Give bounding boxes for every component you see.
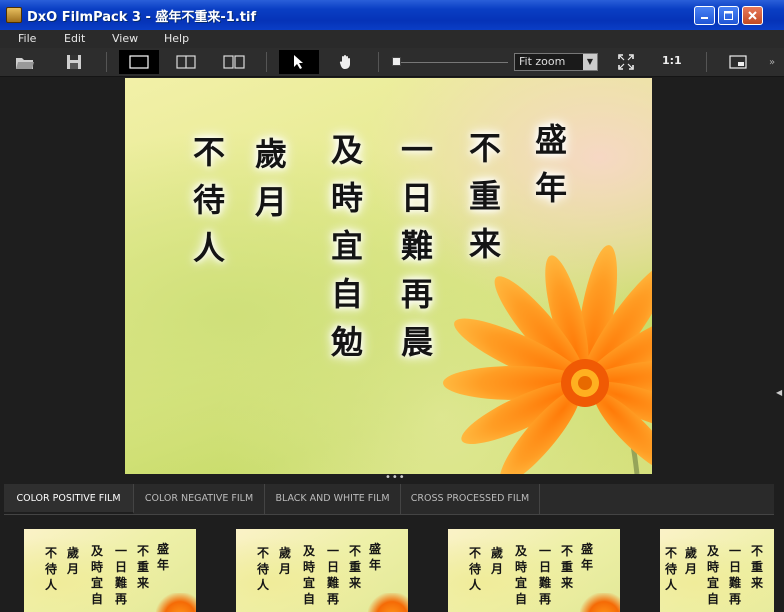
app-icon bbox=[6, 7, 22, 23]
thumb-flower bbox=[156, 593, 196, 612]
pointer-icon bbox=[294, 55, 303, 69]
zoom-slider-handle[interactable] bbox=[392, 57, 401, 66]
thumb-text: 歲月 bbox=[66, 546, 79, 576]
thumb-text: 不重来 bbox=[348, 544, 361, 590]
single-view-button[interactable] bbox=[119, 50, 159, 74]
thumb-text: 不待人 bbox=[256, 546, 269, 592]
thumb-text: 歲月 bbox=[490, 546, 503, 576]
thumb-text: 不重来 bbox=[750, 544, 763, 590]
thumb-text: 盛年 bbox=[156, 542, 169, 572]
window-title: DxO FilmPack 3 - 盛年不重来-1.tif bbox=[27, 10, 257, 25]
open-button[interactable] bbox=[12, 50, 38, 74]
thumb-text: 不重来 bbox=[560, 544, 573, 590]
side-by-side-view-icon bbox=[223, 55, 245, 69]
thumb-text: 及時宜自 bbox=[514, 544, 527, 606]
thumb-text: 不重来 bbox=[136, 544, 149, 590]
menu-file[interactable]: File bbox=[18, 32, 36, 45]
tab-cross-processed-film[interactable]: CROSS PROCESSED FILM bbox=[401, 484, 540, 514]
toolbar-separator bbox=[378, 52, 379, 72]
thumb-text: 盛年 bbox=[368, 542, 381, 572]
toolbar-separator bbox=[106, 52, 107, 72]
thumb-text: 不待人 bbox=[664, 546, 677, 592]
thumb-text: 及時宜自 bbox=[302, 544, 315, 606]
thumb-flower bbox=[368, 593, 408, 612]
right-panel-edge bbox=[774, 77, 784, 612]
save-icon bbox=[67, 55, 81, 69]
one-to-one-button[interactable]: 1:1 bbox=[662, 54, 682, 67]
film-thumbnail[interactable]: 盛年 不重来 一日難再 及時宜自 歲月 不待人 bbox=[236, 529, 408, 612]
menu-help[interactable]: Help bbox=[164, 32, 189, 45]
toolbar-overflow-button[interactable]: » bbox=[765, 50, 779, 74]
film-thumbnail[interactable]: 不重来 一日難再 及時宜自 歲月 不待人 bbox=[660, 529, 774, 612]
zoom-slider-track[interactable] bbox=[398, 62, 508, 63]
split-view-icon bbox=[176, 55, 196, 69]
toolbar-separator bbox=[266, 52, 267, 72]
menu-edit[interactable]: Edit bbox=[64, 32, 85, 45]
fit-screen-button[interactable] bbox=[614, 50, 638, 74]
tab-color-positive-film[interactable]: COLOR POSITIVE FILM bbox=[4, 484, 134, 514]
minimize-button[interactable] bbox=[694, 6, 715, 25]
panel-splitter[interactable]: ••• bbox=[4, 472, 774, 483]
zoom-value: Fit zoom bbox=[519, 55, 566, 68]
thumb-text: 及時宜自 bbox=[90, 544, 103, 606]
hand-tool-button[interactable] bbox=[334, 50, 358, 74]
thumb-text: 及時宜自 bbox=[706, 544, 719, 606]
fit-screen-icon bbox=[618, 54, 634, 70]
collapse-panel-arrow-icon[interactable]: ◀ bbox=[776, 388, 782, 397]
navigator-button[interactable] bbox=[726, 50, 750, 74]
film-thumbnail[interactable]: 盛年 不重来 一日難再 及時宜自 歲月 不待人 bbox=[448, 529, 620, 612]
thumb-text: 一日難再 bbox=[114, 544, 127, 606]
film-thumbnail[interactable]: 盛年 不重来 一日難再 及時宜自 歲月 不待人 bbox=[24, 529, 196, 612]
film-type-tabs: COLOR POSITIVE FILM COLOR NEGATIVE FILM … bbox=[4, 484, 774, 515]
toolbar-separator bbox=[706, 52, 707, 72]
tab-black-and-white-film[interactable]: BLACK AND WHITE FILM bbox=[265, 484, 401, 514]
side-by-side-view-button[interactable] bbox=[218, 50, 250, 74]
tab-color-negative-film[interactable]: COLOR NEGATIVE FILM bbox=[134, 484, 265, 514]
thumb-text: 歲月 bbox=[684, 546, 697, 576]
thumb-text: 一日難再 bbox=[728, 544, 741, 606]
thumb-text: 盛年 bbox=[580, 542, 593, 572]
minimize-icon bbox=[701, 17, 708, 19]
main-image: 盛年 不重来 一日難再晨 及時宜自勉 歲月 不待人 bbox=[125, 78, 652, 474]
split-view-button[interactable] bbox=[170, 50, 202, 74]
navigator-icon bbox=[729, 55, 747, 69]
gerbera-flower bbox=[443, 245, 652, 474]
maximize-icon bbox=[724, 11, 733, 20]
thumb-text: 不待人 bbox=[468, 546, 481, 592]
thumb-flower bbox=[580, 593, 620, 612]
maximize-button[interactable] bbox=[718, 6, 739, 25]
hand-icon bbox=[339, 55, 350, 69]
thumb-text: 一日難再 bbox=[538, 544, 551, 606]
menu-view[interactable]: View bbox=[112, 32, 138, 45]
open-folder-icon bbox=[16, 58, 34, 69]
close-icon bbox=[748, 11, 757, 20]
thumb-text: 一日難再 bbox=[326, 544, 339, 606]
single-view-icon bbox=[129, 55, 149, 69]
chevron-down-icon[interactable]: ▼ bbox=[583, 54, 597, 70]
pointer-tool-button[interactable] bbox=[279, 50, 319, 74]
title-bar: DxO FilmPack 3 - 盛年不重来-1.tif bbox=[0, 0, 784, 31]
save-button[interactable] bbox=[62, 50, 86, 74]
thumb-text: 歲月 bbox=[278, 546, 291, 576]
image-viewer[interactable]: 盛年 不重来 一日難再晨 及時宜自勉 歲月 不待人 bbox=[4, 77, 774, 475]
thumb-text: 不待人 bbox=[44, 546, 57, 592]
close-button[interactable] bbox=[742, 6, 763, 25]
thumbnail-strip: 盛年 不重来 一日難再 及時宜自 歲月 不待人 盛年 不重来 一日難再 及時宜自… bbox=[4, 515, 774, 612]
drag-handle-icon[interactable]: ••• bbox=[385, 472, 406, 483]
menu-bar: File Edit View Help bbox=[0, 30, 784, 48]
zoom-select[interactable]: Fit zoom ▼ bbox=[514, 53, 598, 71]
